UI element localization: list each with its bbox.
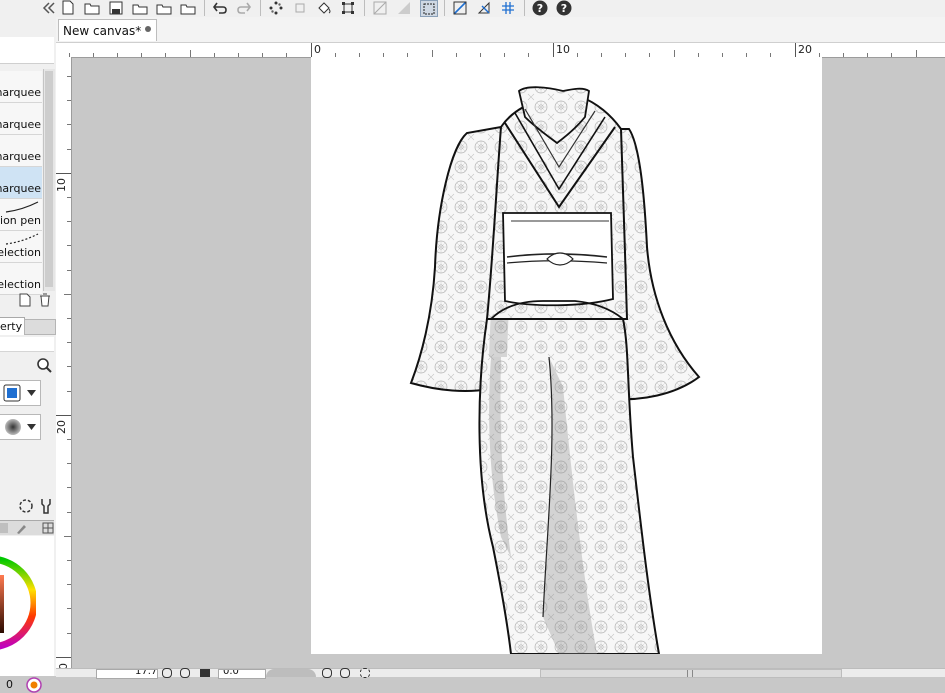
- color-wheel[interactable]: [0, 550, 36, 656]
- subtool-item[interactable]: election: [0, 263, 42, 295]
- loading-icon[interactable]: [268, 0, 284, 15]
- scrollbar-thumb[interactable]: [45, 71, 53, 287]
- stroke-preview-icon: [5, 201, 39, 213]
- document-tab-bar: New canvas*: [56, 17, 945, 43]
- save-icon[interactable]: [108, 0, 124, 15]
- tab-label: erty: [0, 320, 23, 333]
- gradient-icon[interactable]: [396, 0, 412, 15]
- subtool-header: [0, 37, 54, 64]
- horizontal-scrollbar[interactable]: [540, 669, 842, 678]
- color-mode-icon[interactable]: [26, 677, 42, 693]
- help-icon[interactable]: ?: [532, 0, 548, 15]
- brush-tip-icon: [5, 419, 21, 435]
- crop-icon[interactable]: [292, 0, 308, 15]
- property-header: [0, 337, 54, 352]
- selection-mode-icon[interactable]: [420, 0, 438, 17]
- tab-secondary[interactable]: [24, 319, 56, 335]
- chevron-down-icon: [27, 390, 36, 396]
- rotate-left-icon[interactable]: [322, 668, 332, 678]
- ruler-label: 20: [798, 43, 812, 56]
- zoom-field[interactable]: 17.7: [96, 669, 158, 679]
- ruler-label: 20: [55, 420, 68, 434]
- subtool-label: marquee: [0, 118, 41, 131]
- new-file-icon[interactable]: [60, 0, 76, 15]
- subtool-label: election: [0, 246, 41, 259]
- fill-icon[interactable]: [316, 0, 332, 15]
- color-value: 0: [6, 678, 13, 691]
- subtool-label: election: [0, 278, 41, 291]
- subtool-item[interactable]: tion pen: [0, 199, 42, 231]
- ruler-snap-icon[interactable]: [452, 0, 468, 15]
- rotate-right-icon[interactable]: [340, 668, 350, 678]
- subtool-label: marquee: [0, 182, 41, 195]
- reset-rotation-icon[interactable]: [360, 668, 370, 678]
- folder-icon[interactable]: [132, 0, 148, 15]
- brush-shape-dropdown[interactable]: [0, 414, 41, 440]
- transform-icon[interactable]: [340, 0, 356, 15]
- tab-title: New canvas*: [63, 24, 142, 38]
- grid-tab-icon[interactable]: [42, 522, 54, 534]
- tab-color[interactable]: [0, 523, 8, 533]
- tab-tool-property[interactable]: erty: [0, 317, 25, 335]
- new-subtool-icon[interactable]: [18, 293, 32, 310]
- brush-icon[interactable]: [15, 522, 29, 534]
- collapse-panel-icon[interactable]: [0, 0, 56, 15]
- subtool-label: tion pen: [0, 214, 41, 227]
- trash-icon[interactable]: [38, 293, 52, 310]
- wrench-icon[interactable]: [38, 498, 54, 517]
- fill-mode-icon: [3, 384, 21, 402]
- ruler-label: 10: [55, 178, 68, 192]
- left-panel: marquee marquee marquee marquee tion pen…: [0, 17, 57, 693]
- redo-icon[interactable]: [236, 0, 252, 15]
- open-folder-icon[interactable]: [84, 0, 100, 15]
- subtool-item[interactable]: marquee: [0, 135, 42, 167]
- color-wheel-panel: 0: [0, 536, 54, 693]
- chevron-down-icon: [27, 424, 36, 430]
- close-tab-icon[interactable]: [145, 26, 151, 32]
- ruler-horizontal: 0 10 20: [56, 43, 945, 58]
- special-ruler-icon[interactable]: [476, 0, 492, 15]
- tab-new-canvas[interactable]: New canvas*: [58, 19, 157, 41]
- subtool-scrollbar[interactable]: [43, 69, 55, 291]
- color-panel-tabs: [0, 520, 54, 535]
- angle-field[interactable]: 0.0: [218, 669, 266, 679]
- undo-icon[interactable]: [212, 0, 228, 15]
- stroke-preview-icon: [5, 233, 39, 245]
- svg-text:?: ?: [561, 2, 567, 15]
- subtool-item-selected[interactable]: marquee: [0, 167, 42, 199]
- help-icon[interactable]: ?: [556, 0, 572, 15]
- blend-mode-dropdown[interactable]: [0, 380, 41, 406]
- ruler-label: 10: [556, 43, 570, 56]
- drawing-canvas[interactable]: [311, 57, 822, 655]
- zoom-out-icon[interactable]: [162, 668, 172, 678]
- zoom-in-icon[interactable]: [180, 668, 190, 678]
- grid-snap-icon[interactable]: [500, 0, 516, 15]
- subtool-label: marquee: [0, 150, 41, 163]
- folder-icon[interactable]: [156, 0, 172, 15]
- ruler-vertical: 10 20 0: [55, 57, 72, 676]
- subtool-item[interactable]: marquee: [0, 71, 42, 103]
- kimono-illustration: [409, 86, 701, 655]
- folder-icon[interactable]: [180, 0, 196, 15]
- grid-icon[interactable]: [372, 0, 388, 15]
- main-toolbar: ? ?: [0, 0, 945, 18]
- search-icon[interactable]: [36, 357, 52, 376]
- subtool-label: marquee: [0, 86, 41, 99]
- subtool-item[interactable]: marquee: [0, 103, 42, 135]
- ruler-label: 0: [314, 43, 321, 56]
- ruler-ticks: [56, 76, 71, 658]
- svg-text:?: ?: [537, 2, 543, 15]
- subtool-item[interactable]: election: [0, 231, 42, 263]
- reset-icon[interactable]: [18, 498, 34, 517]
